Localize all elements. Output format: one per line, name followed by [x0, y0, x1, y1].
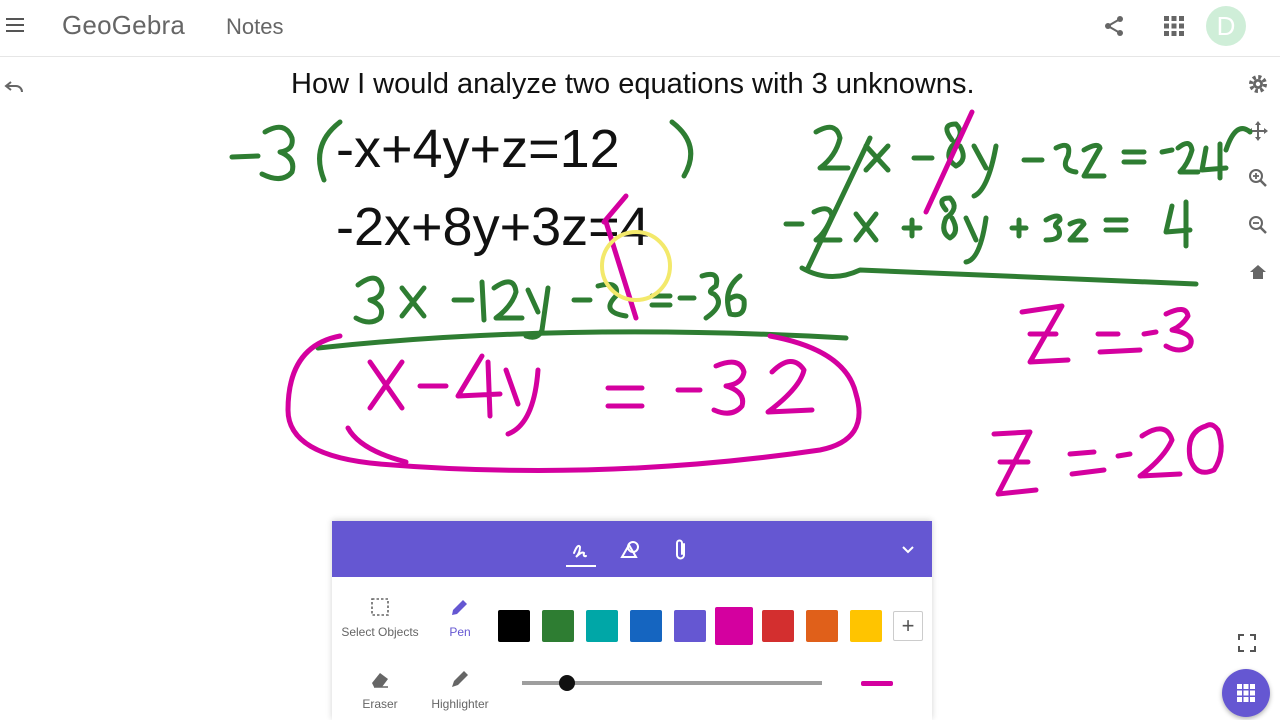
toolbox-header: [332, 521, 932, 577]
add-color-icon[interactable]: +: [893, 611, 923, 641]
undo-icon[interactable]: [2, 74, 26, 98]
view-tools: [1246, 72, 1270, 307]
menu-icon[interactable]: [4, 14, 26, 42]
apps-fab-button[interactable]: [1222, 669, 1270, 717]
color-swatch[interactable]: [850, 610, 882, 642]
select-objects-tool[interactable]: Select Objects: [335, 595, 425, 639]
highlighter-icon: [452, 671, 468, 687]
grid-icon: [1237, 684, 1255, 702]
color-swatch[interactable]: [806, 610, 838, 642]
geogebra-logo[interactable]: GeoGebra: [62, 10, 185, 41]
move-arrows-icon[interactable]: [1246, 119, 1270, 143]
notes-toolbox: Select Objects Pen Eraser Highlighter +: [332, 521, 932, 720]
color-swatch[interactable]: [586, 610, 618, 642]
share-icon[interactable]: [1102, 14, 1126, 38]
eraser-tool[interactable]: Eraser: [335, 667, 425, 711]
pen-label: Pen: [449, 625, 471, 639]
top-bar: GeoGebra Notes D: [0, 0, 1280, 57]
highlighter-tool[interactable]: Highlighter: [415, 667, 505, 711]
stroke-preview: [861, 681, 893, 686]
color-swatch-selected[interactable]: [715, 607, 753, 645]
color-swatch[interactable]: [498, 610, 530, 642]
stroke-width-slider[interactable]: [522, 675, 822, 691]
shapes-tab-icon[interactable]: [616, 535, 646, 565]
select-objects-label: Select Objects: [341, 625, 419, 639]
pen-tool[interactable]: Pen: [415, 595, 505, 639]
slider-thumb[interactable]: [559, 675, 575, 691]
color-swatch[interactable]: [542, 610, 574, 642]
app-section-label: Notes: [226, 14, 284, 39]
chevron-down-icon[interactable]: [898, 539, 918, 559]
attachment-tab-icon[interactable]: [666, 535, 696, 565]
eraser-icon: [372, 673, 388, 688]
settings-gear-icon[interactable]: [1246, 72, 1270, 96]
pencil-icon: [452, 600, 467, 615]
eraser-label: Eraser: [362, 697, 398, 711]
color-swatch[interactable]: [674, 610, 706, 642]
zoom-out-icon[interactable]: [1246, 213, 1270, 237]
canvas-title: How I would analyze two equations with 3…: [291, 68, 975, 100]
color-swatch[interactable]: [630, 610, 662, 642]
pen-tab-icon[interactable]: [566, 535, 596, 567]
fullscreen-icon[interactable]: [1236, 632, 1258, 654]
color-swatch[interactable]: [762, 610, 794, 642]
highlighter-label: Highlighter: [431, 697, 489, 711]
user-avatar[interactable]: D: [1206, 6, 1246, 46]
home-icon[interactable]: [1246, 260, 1270, 284]
apps-grid-icon[interactable]: [1164, 16, 1184, 36]
equation-1: -x+4y+z=12: [336, 119, 620, 179]
zoom-in-icon[interactable]: [1246, 166, 1270, 190]
select-objects-icon: [371, 598, 389, 616]
equation-2: -2x+8y+3z=4: [336, 197, 650, 257]
